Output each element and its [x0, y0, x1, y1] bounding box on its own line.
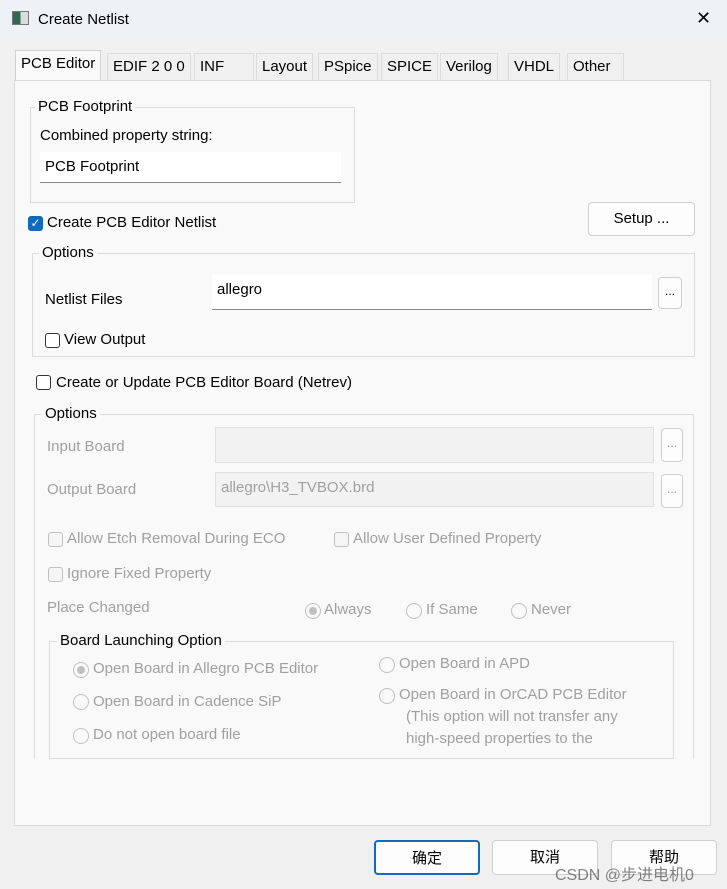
tab-other[interactable]: Other [567, 53, 624, 81]
place-never-radio[interactable] [511, 603, 527, 619]
open-allegro-radio[interactable] [73, 662, 89, 678]
board-options-clip: Options Input Board ... Output Board all… [14, 80, 711, 759]
ignore-fixed-checkbox[interactable] [48, 567, 63, 582]
app-icon [12, 11, 29, 25]
place-changed-label: Place Changed [47, 599, 150, 616]
close-icon[interactable]: ✕ [696, 8, 711, 29]
tab-verilog[interactable]: Verilog [440, 53, 498, 81]
open-sip-label: Open Board in Cadence SiP [93, 693, 282, 710]
allow-user-defined-label: Allow User Defined Property [353, 530, 542, 547]
orcad-note-line1: (This option will not transfer any [406, 708, 618, 725]
input-board-label: Input Board [47, 438, 125, 455]
tab-inf[interactable]: INF [194, 53, 254, 81]
place-always-label: Always [324, 601, 372, 618]
orcad-note-line2: high-speed properties to the [406, 730, 593, 747]
window-title: Create Netlist [38, 11, 129, 28]
tab-spice[interactable]: SPICE [381, 53, 439, 81]
tab-pspice[interactable]: PSpice [318, 53, 378, 81]
open-sip-radio[interactable] [73, 694, 89, 710]
open-orcad-radio[interactable] [379, 688, 395, 704]
tab-vhdl[interactable]: VHDL [508, 53, 561, 81]
open-orcad-label: Open Board in OrCAD PCB Editor [399, 686, 627, 703]
open-apd-radio[interactable] [379, 657, 395, 673]
tab-edif[interactable]: EDIF 2 0 0 [107, 53, 191, 81]
allow-etch-checkbox[interactable] [48, 532, 63, 547]
place-always-radio[interactable] [305, 603, 321, 619]
output-board-label: Output Board [47, 481, 137, 498]
place-never-label: Never [531, 601, 572, 618]
tab-pcb-editor[interactable]: PCB Editor [15, 50, 102, 81]
do-not-open-label: Do not open board file [93, 726, 241, 743]
tab-layout[interactable]: Layout [256, 53, 314, 81]
open-allegro-label: Open Board in Allegro PCB Editor [93, 660, 319, 677]
input-board-browse-button[interactable]: ... [661, 428, 683, 462]
allow-etch-label: Allow Etch Removal During ECO [67, 530, 286, 547]
do-not-open-radio[interactable] [73, 728, 89, 744]
place-if-same-radio[interactable] [406, 603, 422, 619]
ok-button[interactable]: 确定 [374, 840, 480, 875]
place-if-same-label: If Same [426, 601, 478, 618]
output-board-browse-button[interactable]: ... [661, 474, 683, 508]
ignore-fixed-label: Ignore Fixed Property [67, 565, 212, 582]
input-board-input[interactable] [215, 427, 654, 463]
board-options-group-label: Options [42, 405, 100, 422]
watermark: CSDN @步进电机0 [555, 867, 694, 884]
open-apd-label: Open Board in APD [399, 655, 530, 672]
allow-user-defined-checkbox[interactable] [334, 532, 349, 547]
board-launching-label: Board Launching Option [57, 632, 225, 649]
output-board-input[interactable]: allegro\H3_TVBOX.brd [215, 472, 654, 507]
